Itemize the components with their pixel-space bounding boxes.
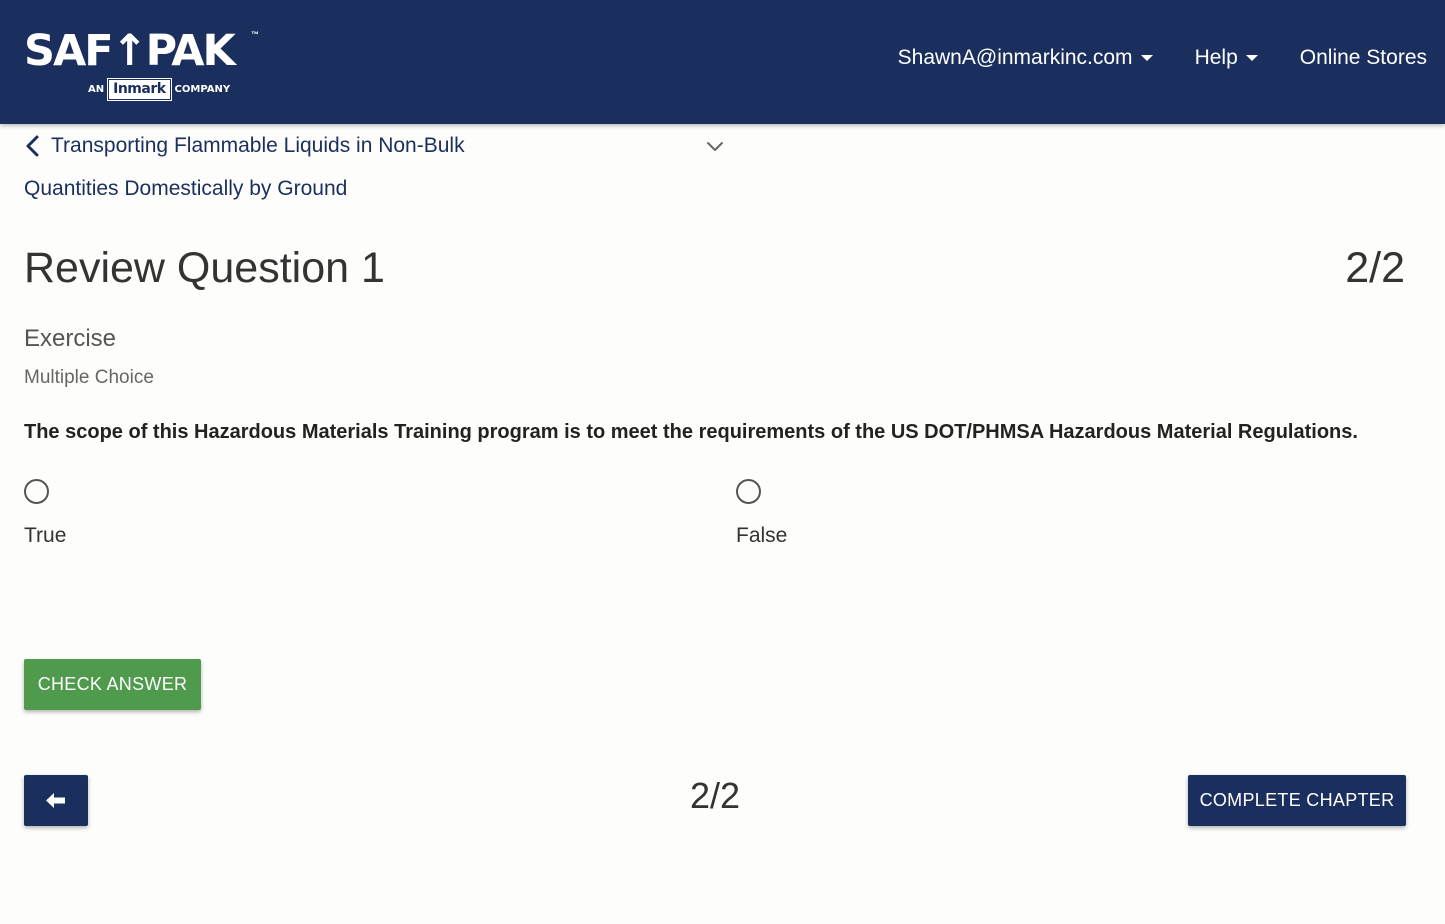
account-menu[interactable]: ShawnA@inmarkinc.com [898, 46, 1153, 70]
caret-down-icon [1245, 55, 1258, 61]
chapter-title-line1[interactable]: Transporting Flammable Liquids in Non-Bu… [51, 132, 465, 160]
logo-sub-suffix: COMPANY [174, 83, 231, 95]
question-text: The scope of this Hazardous Materials Tr… [24, 421, 1358, 443]
section-label: Exercise [24, 325, 117, 352]
help-menu-label: Help [1194, 46, 1238, 69]
account-menu-label: ShawnA@inmarkinc.com [897, 46, 1133, 69]
logo-trademark: ™ [251, 30, 259, 39]
main-nav: ShawnA@inmarkinc.com Help Online Stores [856, 46, 1427, 70]
option-false-label[interactable]: False [736, 522, 787, 550]
chevron-left-icon[interactable] [24, 134, 44, 158]
previous-button[interactable] [24, 775, 88, 826]
saf-t-pak-logo[interactable]: SAF↑PAK ™ AN Inmark COMPANY [24, 26, 264, 104]
logo-subline: AN Inmark COMPANY [88, 77, 231, 101]
logo-inmark-badge: Inmark [107, 77, 172, 101]
page-counter: 2/2 [690, 775, 741, 816]
radio-false[interactable] [736, 479, 761, 504]
chapter-title-line2[interactable]: Quantities Domestically by Ground [24, 175, 347, 203]
question-counter: 2/2 [1345, 244, 1405, 292]
check-answer-button[interactable]: CHECK ANSWER [24, 659, 201, 710]
top-navbar: SAF↑PAK ™ AN Inmark COMPANY ShawnA@inmar… [0, 0, 1445, 124]
option-false[interactable]: False [736, 477, 936, 557]
option-true[interactable]: True [24, 477, 224, 557]
arrow-left-icon [46, 793, 65, 808]
logo-wordmark: SAF↑PAK [24, 26, 236, 76]
online-stores-link[interactable]: Online Stores [1300, 46, 1427, 70]
chapter-breadcrumb[interactable]: Transporting Flammable Liquids in Non-Bu… [24, 132, 744, 212]
help-menu[interactable]: Help [1195, 46, 1258, 70]
caret-down-icon [1140, 55, 1153, 61]
radio-true[interactable] [24, 479, 49, 504]
page-title: Review Question 1 [24, 244, 385, 292]
online-stores-label: Online Stores [1299, 46, 1427, 69]
question-type: Multiple Choice [24, 367, 154, 388]
chevron-down-icon[interactable] [706, 140, 724, 154]
logo-sub-prefix: AN [88, 83, 105, 95]
complete-chapter-button[interactable]: COMPLETE CHAPTER [1188, 775, 1406, 826]
option-true-label[interactable]: True [24, 522, 66, 550]
